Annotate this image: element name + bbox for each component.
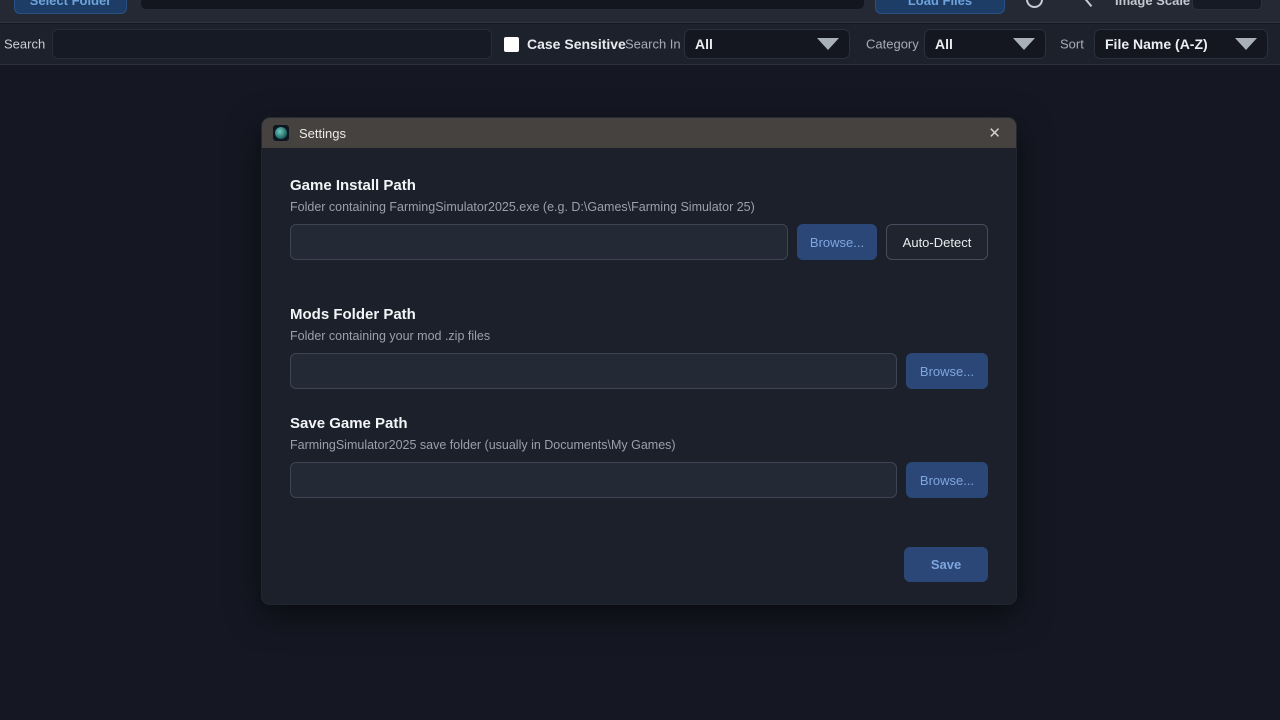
search-in-value: All xyxy=(695,36,809,52)
search-in-dropdown[interactable]: All xyxy=(684,29,850,59)
dialog-title: Settings xyxy=(299,126,346,141)
folder-path-input[interactable] xyxy=(140,0,865,10)
save-game-path-section: Save Game Path FarmingSimulator2025 save… xyxy=(290,415,988,498)
search-input[interactable] xyxy=(52,29,492,59)
chevron-down-icon xyxy=(1013,38,1035,50)
game-install-path-section: Game Install Path Folder containing Farm… xyxy=(290,177,988,260)
chevron-down-icon xyxy=(817,38,839,50)
category-dropdown[interactable]: All xyxy=(924,29,1046,59)
select-folder-button[interactable]: Select Folder xyxy=(14,0,127,14)
case-sensitive-label: Case Sensitive xyxy=(527,36,626,52)
section-description: Folder containing FarmingSimulator2025.e… xyxy=(290,200,988,214)
game-install-path-input[interactable] xyxy=(290,224,788,260)
load-files-button[interactable]: Load Files xyxy=(875,0,1005,14)
mods-folder-path-section: Mods Folder Path Folder containing your … xyxy=(290,306,988,389)
app-logo-icon xyxy=(273,125,289,141)
sort-dropdown[interactable]: File Name (A-Z) xyxy=(1094,29,1268,59)
close-icon[interactable]: ✕ xyxy=(984,124,1005,143)
image-scale-value: 100% xyxy=(1201,0,1245,3)
browse-button[interactable]: Browse... xyxy=(906,353,988,389)
save-game-path-input[interactable] xyxy=(290,462,897,498)
category-value: All xyxy=(935,36,1005,52)
dialog-titlebar[interactable]: Settings ✕ xyxy=(262,118,1016,148)
category-label: Category xyxy=(866,37,919,52)
search-in-label: Search In xyxy=(625,37,681,52)
search-icon[interactable] xyxy=(1082,0,1093,7)
auto-detect-button[interactable]: Auto-Detect xyxy=(886,224,988,260)
search-label: Search xyxy=(4,37,45,52)
chevron-down-icon xyxy=(1235,38,1257,50)
browse-button[interactable]: Browse... xyxy=(906,462,988,498)
section-description: Folder containing your mod .zip files xyxy=(290,329,988,343)
case-sensitive-checkbox[interactable] xyxy=(504,37,519,52)
top-toolbar: Select Folder Load Files Image Scale 100… xyxy=(0,0,1280,23)
image-scale-dropdown[interactable]: 100% xyxy=(1192,0,1262,10)
browse-button[interactable]: Browse... xyxy=(797,224,877,260)
section-heading: Game Install Path xyxy=(290,177,988,194)
mods-folder-path-input[interactable] xyxy=(290,353,897,389)
refresh-icon[interactable] xyxy=(1026,0,1043,8)
dialog-body: Game Install Path Folder containing Farm… xyxy=(262,177,1016,582)
section-heading: Mods Folder Path xyxy=(290,306,988,323)
section-heading: Save Game Path xyxy=(290,415,988,432)
sort-label: Sort xyxy=(1060,37,1084,52)
filter-toolbar: Search Case Sensitive Search In All Cate… xyxy=(0,24,1280,65)
image-scale-label: Image Scale xyxy=(1115,0,1190,8)
save-button[interactable]: Save xyxy=(904,547,988,582)
section-description: FarmingSimulator2025 save folder (usuall… xyxy=(290,438,988,452)
settings-dialog: Settings ✕ Game Install Path Folder cont… xyxy=(262,118,1016,604)
sort-value: File Name (A-Z) xyxy=(1105,36,1227,52)
